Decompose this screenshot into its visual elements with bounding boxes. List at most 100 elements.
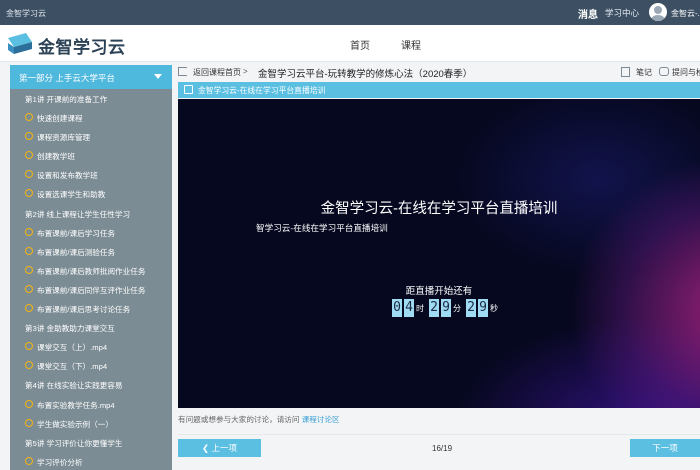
minutes-unit: 分 — [453, 304, 461, 313]
live-subtitle: 智学习云-在线在学习平台直播培训 — [256, 223, 388, 233]
lesson-label: 课堂交互（下）.mp4 — [37, 362, 108, 372]
lesson-label: 设置和发布教学班 — [37, 171, 98, 181]
chapter-label: 第5讲 学习评价让你更懂学生 — [25, 438, 123, 448]
chapter-label: 第3讲 金助教助力课堂交互 — [25, 324, 115, 334]
progress-circle-icon — [25, 304, 33, 313]
progress-circle-icon — [25, 284, 33, 293]
lesson-label: 课堂交互（上）.mp4 — [37, 343, 108, 353]
page-count: 16/19 — [432, 444, 453, 453]
discussion-link[interactable]: 课程讨论区 — [302, 415, 340, 424]
lesson-label: 布置课前/课后同伴互评作业任务 — [37, 285, 146, 295]
top-bar: 金智学习云 消息 学习中心 金智云-... — [0, 0, 700, 25]
chapter-item[interactable]: 第1讲 开课前的准备工作 — [10, 89, 172, 108]
chapter-label: 第2讲 线上课程让学生任性学习 — [25, 209, 131, 219]
lesson-item[interactable]: 创建教学班 — [10, 146, 172, 165]
chapter-item[interactable]: 第5讲 学习评价让你更懂学生 — [10, 433, 172, 452]
lesson-item[interactable]: 布置课前/课后思考讨论任务 — [10, 299, 172, 318]
chapter-label: 第1讲 开课前的准备工作 — [25, 95, 108, 104]
chapter-item[interactable]: 第3讲 金助教助力课堂交互 — [10, 318, 172, 337]
course-title: 金智学习云平台-玩转教学的修炼心法（2020春季） — [258, 69, 473, 80]
lesson-item[interactable]: 学习评价分析 — [10, 452, 172, 470]
lesson-label: 学习评价分析 — [37, 457, 83, 467]
chapter-item[interactable]: 第4讲 在线实验让实践更容易 — [10, 375, 172, 394]
progress-circle-icon — [25, 132, 33, 141]
lesson-label: 设置选课学生和助教 — [37, 190, 106, 200]
back-icon[interactable] — [178, 67, 187, 76]
lesson-label: 学生做实验示例（一） — [37, 419, 113, 429]
progress-circle-icon — [25, 113, 33, 122]
countdown-digit: 9 — [478, 299, 488, 317]
site-name[interactable]: 金智学习云 — [6, 8, 46, 19]
avatar[interactable] — [649, 3, 667, 21]
lesson-item[interactable]: 设置选课学生和助教 — [10, 184, 172, 203]
course-sidebar: 第一部分 上手云大学平台 第1讲 开课前的准备工作快速创建课程 课程资源库管理 创建… — [10, 65, 172, 470]
logo-icon — [8, 33, 32, 54]
lesson-item[interactable]: 布置课前/课后同伴互评作业任务 — [10, 280, 172, 299]
breadcrumb-separator: > — [243, 67, 248, 76]
lesson-item[interactable]: 课堂交互（下）.mp4 — [10, 356, 172, 375]
lesson-label: 布置课前/课后思考讨论任务 — [37, 305, 131, 315]
lesson-label: 布置实验教学任务.mp4 — [37, 400, 115, 410]
lesson-title-bar: 金智学习云-在线在学习平台直播培训 — [178, 82, 700, 98]
countdown-digit: 4 — [404, 299, 414, 317]
chapter-item[interactable]: 第2讲 线上课程让学生任性学习 — [10, 204, 172, 223]
countdown-digit: 2 — [466, 299, 476, 317]
lesson-item[interactable]: 快速创建课程 — [10, 108, 172, 127]
lesson-item[interactable]: 学生做实验示例（一） — [10, 414, 172, 433]
lesson-item[interactable]: 课程资源库管理 — [10, 127, 172, 146]
progress-circle-icon — [25, 151, 33, 160]
lesson-label: 布置课前/课后学习任务 — [37, 228, 116, 238]
progress-circle-icon — [25, 456, 33, 465]
nav-course[interactable]: 课程 — [401, 37, 421, 52]
part-header[interactable]: 第一部分 上手云大学平台 — [10, 65, 172, 89]
countdown-digit: 9 — [441, 299, 451, 317]
study-center-link[interactable]: 学习中心 — [605, 7, 639, 19]
progress-circle-icon — [25, 227, 33, 236]
outline-list: 第1讲 开课前的准备工作快速创建课程 课程资源库管理 创建教学班设置和发布教学班 设置… — [10, 89, 172, 470]
prev-button[interactable]: ❮ 上一项 — [178, 439, 261, 457]
progress-circle-icon — [25, 246, 33, 255]
note-button[interactable]: 笔记 — [636, 67, 652, 78]
next-button[interactable]: 下一项 — [630, 439, 700, 457]
logo-text[interactable]: 金智学习云 — [38, 33, 126, 58]
countdown-label: 距直播开始还有 — [405, 286, 473, 297]
lesson-item[interactable]: 布置课前/课后教师批阅作业任务 — [10, 261, 172, 280]
seconds-unit: 秒 — [490, 304, 498, 313]
progress-circle-icon — [25, 189, 33, 198]
question-icon[interactable] — [659, 67, 669, 76]
header: 金智学习云 首页 课程 — [0, 25, 700, 62]
back-to-course-link[interactable]: 返回课程首页 — [193, 67, 241, 78]
next-label: 下一项 — [652, 443, 678, 453]
prev-label: 上一项 — [211, 443, 237, 453]
part-title: 第一部分 上手云大学平台 — [19, 73, 115, 83]
lesson-label: 布置课前/课后教师批阅作业任务 — [37, 266, 146, 276]
lesson-item[interactable]: 设置和发布教学班 — [10, 165, 172, 184]
lesson-title: 金智学习云-在线在学习平台直播培训 — [198, 86, 326, 95]
progress-circle-icon — [25, 170, 33, 179]
lesson-item[interactable]: 课堂交互（上）.mp4 — [10, 337, 172, 356]
note-icon[interactable] — [621, 67, 630, 77]
chapter-label: 第4讲 在线实验让实践更容易 — [25, 381, 123, 391]
lesson-item[interactable]: 布置实验教学任务.mp4 — [10, 395, 172, 414]
messages-link[interactable]: 消息 — [578, 6, 598, 21]
progress-circle-icon — [25, 418, 33, 427]
nav-home[interactable]: 首页 — [350, 37, 370, 52]
ask-button[interactable]: 提问与检 — [672, 67, 700, 78]
live-title: 金智学习云-在线在学习平台直播培训 — [320, 201, 558, 217]
discussion-text: 有问题或想参与大家的讨论，请访问 — [178, 415, 300, 424]
lesson-item[interactable]: 布置课前/课后测验任务 — [10, 242, 172, 261]
live-player[interactable]: 金智学习云-在线在学习平台直播培训 智学习云-在线在学习平台直播培训 距直播开始… — [178, 99, 700, 408]
progress-circle-icon — [25, 265, 33, 274]
progress-circle-icon — [25, 361, 33, 370]
progress-circle-icon — [25, 342, 33, 351]
lesson-label: 布置课前/课后测验任务 — [37, 247, 116, 257]
user-name[interactable]: 金智云-... — [671, 8, 700, 19]
lesson-label: 课程资源库管理 — [37, 133, 91, 143]
progress-circle-icon — [25, 399, 33, 408]
breadcrumb: 返回课程首页 > 金智学习云平台-玩转教学的修炼心法（2020春季） 笔记 提问… — [178, 66, 700, 82]
lesson-label: 创建教学班 — [37, 152, 75, 162]
lesson-label: 快速创建课程 — [37, 114, 83, 124]
lesson-item[interactable]: 布置课前/课后学习任务 — [10, 223, 172, 242]
hours-unit: 时 — [416, 304, 424, 313]
caret-down-icon — [154, 74, 162, 79]
